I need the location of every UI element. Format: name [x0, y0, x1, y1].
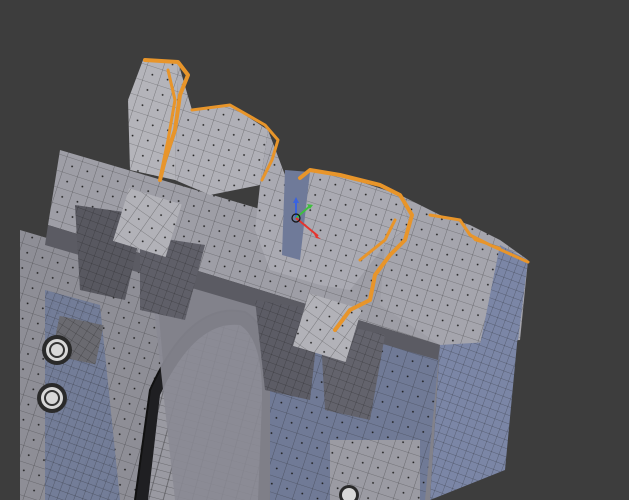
scene-canvas[interactable]: [0, 0, 629, 500]
3d-viewport[interactable]: [0, 0, 629, 500]
